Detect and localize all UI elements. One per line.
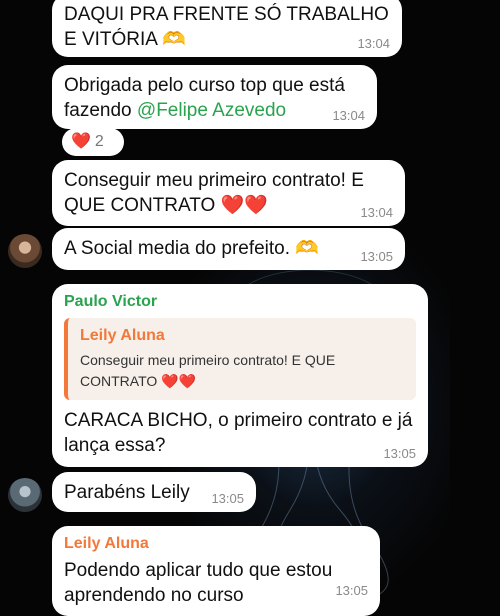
message-time: 13:04	[332, 108, 365, 123]
avatar[interactable]	[8, 478, 42, 512]
message-text: A Social media do prefeito. 🫶	[64, 238, 319, 259]
message-text: Obrigada pelo curso top que está fazendo…	[64, 75, 345, 121]
reaction-badge[interactable]: ❤️ 2	[62, 128, 124, 156]
message-text: CARACA BICHO, o primeiro contrato e já l…	[64, 410, 413, 456]
message-time: 13:05	[360, 249, 393, 264]
hearts-emoji: ❤️❤️	[220, 195, 268, 216]
message-time: 13:04	[360, 205, 393, 220]
message-time: 13:04	[357, 36, 390, 51]
message-bubble[interactable]: Parabéns Leily 13:05	[52, 472, 256, 512]
hands-heart-emoji: 🫶	[162, 29, 186, 50]
heart-icon: ❤️	[71, 133, 91, 150]
hearts-emoji: ❤️❤️	[161, 373, 197, 389]
sender-name[interactable]: Leily Aluna	[64, 534, 368, 554]
message-time: 13:05	[383, 446, 416, 461]
message-text: Podendo aplicar tudo que estou aprendend…	[64, 560, 333, 606]
message-time: 13:05	[211, 491, 244, 506]
message-bubble[interactable]: DAQUI PRA FRENTE SÓ TRABALHO E VITÓRIA 🫶…	[52, 0, 402, 57]
message-bubble[interactable]: Paulo Victor Leily Aluna Conseguir meu p…	[52, 284, 428, 467]
message-bubble[interactable]: Obrigada pelo curso top que está fazendo…	[52, 65, 377, 129]
reply-text: Conseguir meu primeiro contrato! E QUE C…	[80, 352, 336, 389]
message-bubble[interactable]: A Social media do prefeito. 🫶 13:05	[52, 228, 405, 270]
reaction-count: 2	[94, 133, 104, 150]
message-time: 13:05	[335, 583, 368, 598]
hands-heart-emoji: 🫶	[295, 238, 319, 259]
sender-name[interactable]: Paulo Victor	[64, 292, 416, 312]
reply-sender-name: Leily Aluna	[80, 327, 165, 344]
message-text: Conseguir meu primeiro contrato! E QUE C…	[64, 170, 364, 216]
mention-link[interactable]: @Felipe Azevedo	[137, 100, 286, 121]
message-text: DAQUI PRA FRENTE SÓ TRABALHO E VITÓRIA 🫶	[64, 4, 389, 50]
quoted-reply[interactable]: Leily Aluna Conseguir meu primeiro contr…	[64, 318, 416, 400]
message-bubble[interactable]: Conseguir meu primeiro contrato! E QUE C…	[52, 160, 405, 226]
avatar[interactable]	[8, 234, 42, 268]
